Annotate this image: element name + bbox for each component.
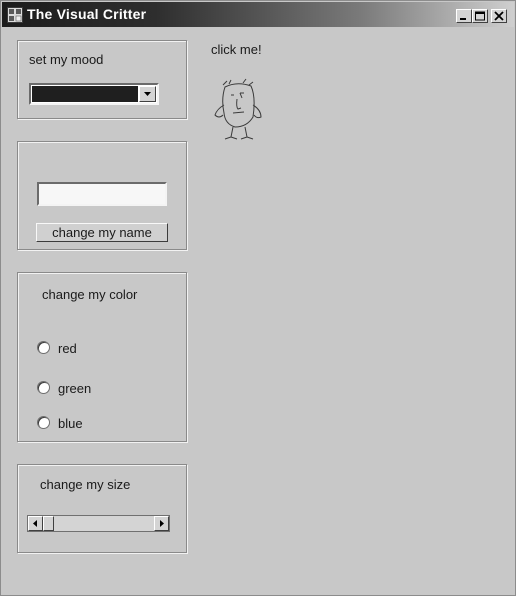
scroll-thumb[interactable] xyxy=(43,516,54,531)
title-bar[interactable]: The Visual Critter xyxy=(2,2,514,27)
radio-red[interactable] xyxy=(37,341,50,354)
minimize-icon xyxy=(460,18,466,20)
mood-dropdown[interactable] xyxy=(29,83,159,105)
scroll-left-button[interactable] xyxy=(28,516,43,531)
radio-blue-label: blue xyxy=(58,416,83,431)
mood-group: set my mood xyxy=(17,40,187,119)
size-scrollbar[interactable] xyxy=(27,515,170,532)
close-icon xyxy=(494,11,504,21)
critter-icon[interactable] xyxy=(209,77,269,147)
arrow-right-icon xyxy=(160,520,164,527)
radio-green[interactable] xyxy=(37,381,50,394)
close-button[interactable] xyxy=(491,9,507,23)
mood-label: set my mood xyxy=(29,52,104,67)
window-title: The Visual Critter xyxy=(27,6,147,22)
maximize-button[interactable] xyxy=(472,9,488,23)
size-label: change my size xyxy=(40,477,131,492)
name-group: change my name xyxy=(17,141,187,250)
arrow-left-icon xyxy=(33,520,37,527)
click-me-label: click me! xyxy=(211,42,262,57)
dropdown-button[interactable] xyxy=(139,86,156,102)
radio-red-label: red xyxy=(58,341,77,356)
size-group: change my size xyxy=(17,464,187,553)
change-name-button[interactable]: change my name xyxy=(36,223,168,242)
critter-window: The Visual Critter set my mood change my… xyxy=(0,0,516,596)
color-label: change my color xyxy=(42,287,138,302)
color-group: change my color red green blue xyxy=(17,272,187,442)
scroll-right-button[interactable] xyxy=(154,516,169,531)
app-icon xyxy=(7,7,23,23)
maximize-icon xyxy=(475,11,485,21)
name-input[interactable] xyxy=(37,182,167,206)
mood-selected-value xyxy=(32,86,138,102)
radio-green-label: green xyxy=(58,381,92,396)
minimize-button[interactable] xyxy=(456,9,472,23)
radio-blue[interactable] xyxy=(37,416,50,429)
chevron-down-icon xyxy=(144,92,151,96)
